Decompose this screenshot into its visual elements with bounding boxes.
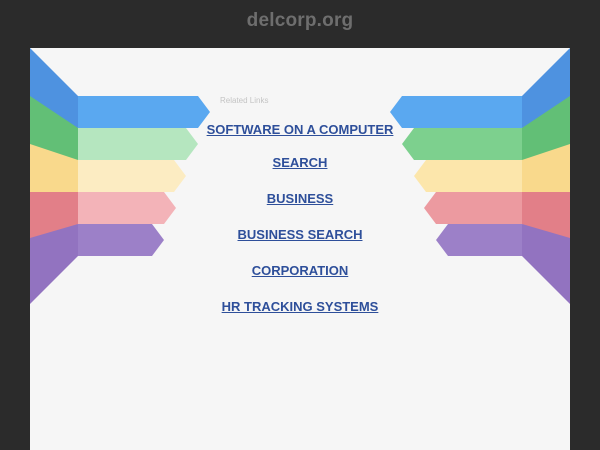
link-search[interactable]: SEARCH: [160, 152, 440, 174]
related-links-list: SOFTWARE ON A COMPUTER SEARCH BUSINESS B…: [160, 116, 440, 332]
link-business-search[interactable]: BUSINESS SEARCH: [160, 224, 440, 246]
domain-title: delcorp.org: [246, 10, 354, 31]
related-links-label: Related Links: [220, 96, 269, 105]
link-corporation[interactable]: CORPORATION: [160, 260, 440, 282]
content-panel: Related Links SOFTWARE ON A COMPUTER SEA…: [30, 48, 570, 450]
link-hr-tracking-systems[interactable]: HR TRACKING SYSTEMS: [160, 296, 440, 318]
ribbon-left-purple: [78, 224, 164, 256]
ribbon-right-purple-outer: [522, 224, 570, 304]
ribbon-right-purple: [436, 224, 522, 256]
link-business[interactable]: BUSINESS: [160, 188, 440, 210]
ribbon-left-purple-outer: [30, 224, 78, 304]
link-software-on-a-computer[interactable]: SOFTWARE ON A COMPUTER: [160, 116, 440, 143]
